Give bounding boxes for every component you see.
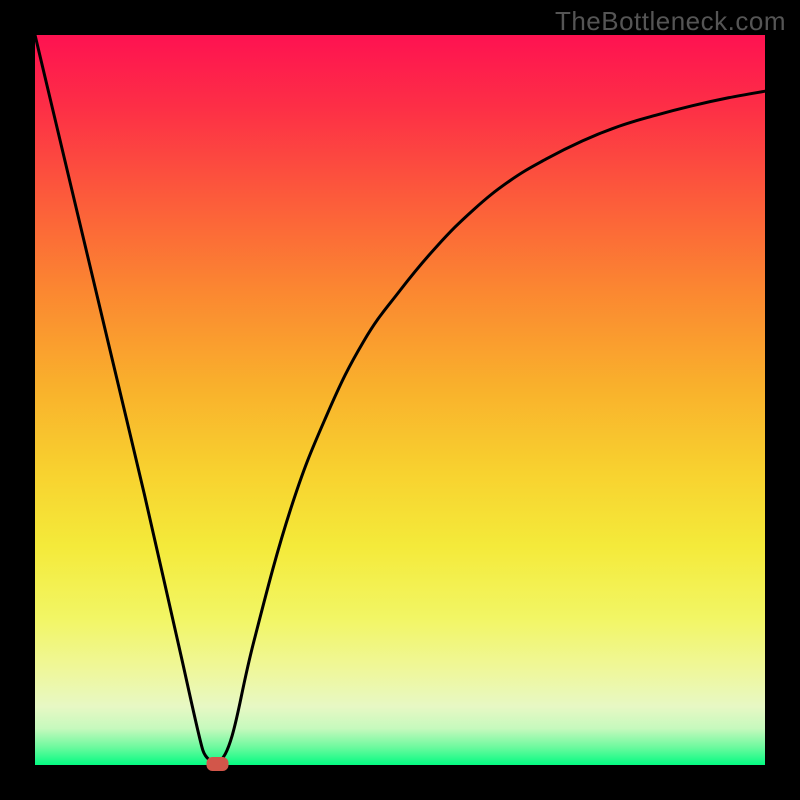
chart-svg (35, 35, 765, 765)
curve-path (35, 35, 765, 765)
watermark-text: TheBottleneck.com (555, 6, 786, 37)
chart-container: TheBottleneck.com (0, 0, 800, 800)
minimum-marker (207, 757, 229, 771)
plot-area (35, 35, 765, 765)
